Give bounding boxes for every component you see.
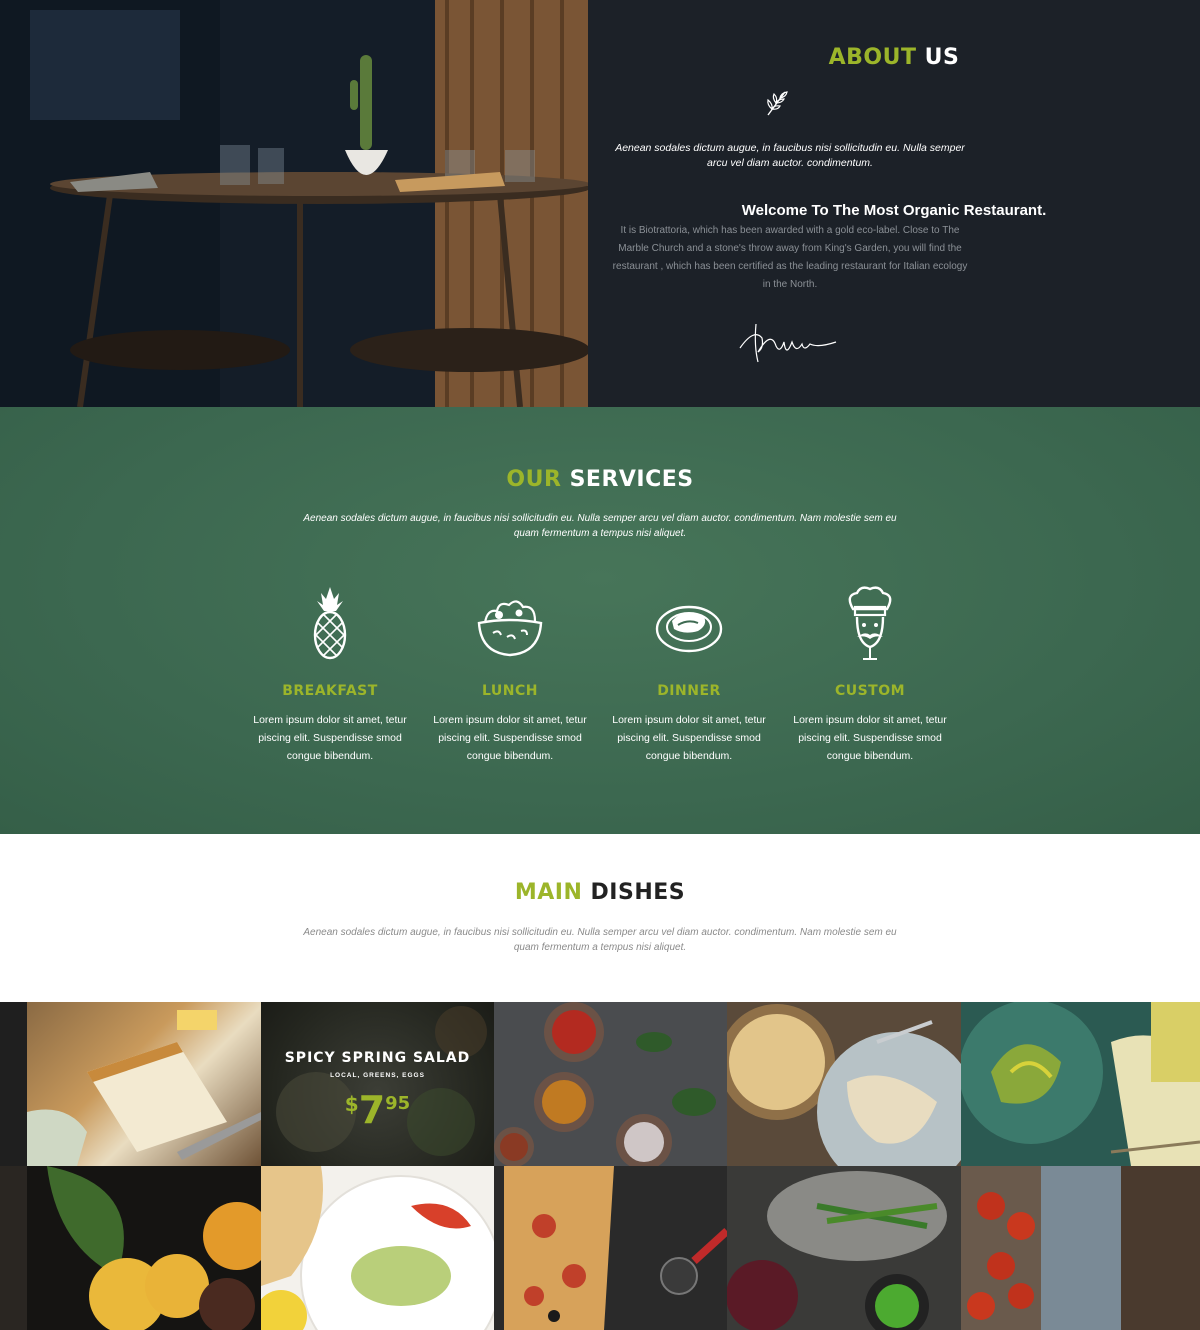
beets-greens-illustration <box>727 1171 947 1330</box>
main-dishes-title: MAIN DISHES <box>0 880 1200 905</box>
pita-plate-illustration <box>261 1166 494 1330</box>
about-intro: Aenean sodales dictum augue, in faucibus… <box>615 142 965 169</box>
promo-dish-name: SPICY SPRING SALAD <box>284 1050 471 1066</box>
spices-illustration <box>494 1002 716 1166</box>
pizza-photo[interactable] <box>494 1166 727 1330</box>
about-body-text: It is Biotrattoria, which has been award… <box>612 225 968 290</box>
main-dishes-intro: Aenean sodales dictum augue, in faucibus… <box>303 927 897 953</box>
sorbet-photo[interactable] <box>27 1166 261 1330</box>
service-breakfast[interactable]: BREAKFAST Lorem ipsum dolor sit amet, te… <box>245 585 415 765</box>
services-section: OUR SERVICES Aenean sodales dictum augue… <box>0 407 1200 834</box>
service-name: LUNCH <box>482 683 538 699</box>
main-dishes-title-accent: MAIN <box>514 880 583 905</box>
service-name: BREAKFAST <box>282 683 378 699</box>
sorbet-illustration <box>47 1166 261 1330</box>
signature-image <box>739 323 837 363</box>
restaurant-interior-illustration <box>0 0 588 407</box>
service-name: DINNER <box>657 683 721 699</box>
about-title: ABOUT US <box>588 45 1200 70</box>
main-dishes-section: MAIN DISHES Aenean sodales dictum augue,… <box>0 834 1200 1002</box>
about-content: ABOUT US Aenean sodales dictum augue, in… <box>588 0 1200 407</box>
pizza-illustration <box>504 1166 727 1330</box>
services-title-accent: OUR <box>506 467 562 492</box>
chips-plate-illustration <box>727 1004 961 1166</box>
pita-plate-photo[interactable] <box>261 1166 494 1330</box>
zucchini-salad-illustration <box>961 1002 1200 1166</box>
service-description: Lorem ipsum dolor sit amet, tetur piscin… <box>433 714 587 762</box>
price-cents: 95 <box>385 1093 411 1114</box>
about-title-rest: US <box>916 45 960 70</box>
chef-icon <box>848 586 892 660</box>
gallery-edge-tile <box>0 1166 27 1330</box>
spicy-spring-salad-card[interactable]: SPICY SPRING SALAD LOCAL, GREENS, EGGS $… <box>261 1002 494 1166</box>
zucchini-salad-photo[interactable] <box>961 1002 1200 1166</box>
promo-dish-price: $795 <box>261 1088 494 1132</box>
service-dinner[interactable]: DINNER Lorem ipsum dolor sit amet, tetur… <box>604 585 774 765</box>
salad-bowl-icon <box>477 600 543 657</box>
promo-dish-tags: LOCAL, GREENS, EGGS <box>330 1072 425 1079</box>
service-description: Lorem ipsum dolor sit amet, tetur piscin… <box>793 714 947 762</box>
leaf-icon <box>767 91 788 116</box>
service-lunch[interactable]: LUNCH Lorem ipsum dolor sit amet, tetur … <box>425 585 595 765</box>
spices-photo[interactable] <box>494 1002 727 1166</box>
main-dishes-title-rest: DISHES <box>582 880 686 905</box>
service-description: Lorem ipsum dolor sit amet, tetur piscin… <box>612 714 766 762</box>
service-name: CUSTOM <box>834 683 906 699</box>
bread-illustration <box>27 1010 261 1166</box>
chips-plate-photo[interactable] <box>727 1002 961 1166</box>
services-intro: Aenean sodales dictum augue, in faucibus… <box>303 513 897 539</box>
pineapple-icon <box>313 587 347 660</box>
price-main: 7 <box>358 1088 386 1132</box>
about-title-accent: ABOUT <box>828 45 917 70</box>
dinner-plate-icon <box>655 605 723 653</box>
service-custom[interactable]: CUSTOM Lorem ipsum dolor sit amet, tetur… <box>785 585 955 765</box>
tomatoes-illustration <box>967 1166 1200 1330</box>
gallery-edge-tile <box>0 1002 27 1166</box>
services-title-rest: SERVICES <box>561 467 694 492</box>
beets-greens-photo[interactable] <box>727 1166 961 1330</box>
salad-background-illustration <box>276 1006 487 1156</box>
service-description: Lorem ipsum dolor sit amet, tetur piscin… <box>253 714 407 762</box>
bread-photo[interactable] <box>27 1002 261 1166</box>
restaurant-interior-photo <box>0 0 588 407</box>
about-welcome-heading: Welcome To The Most Organic Restaurant. <box>741 202 1047 219</box>
tomatoes-photo[interactable] <box>961 1166 1200 1330</box>
services-title: OUR SERVICES <box>0 467 1200 492</box>
about-section: ABOUT US Aenean sodales dictum augue, in… <box>0 0 1200 407</box>
price-currency: $ <box>344 1092 359 1116</box>
dishes-gallery: SPICY SPRING SALAD LOCAL, GREENS, EGGS $… <box>0 1002 1200 1330</box>
